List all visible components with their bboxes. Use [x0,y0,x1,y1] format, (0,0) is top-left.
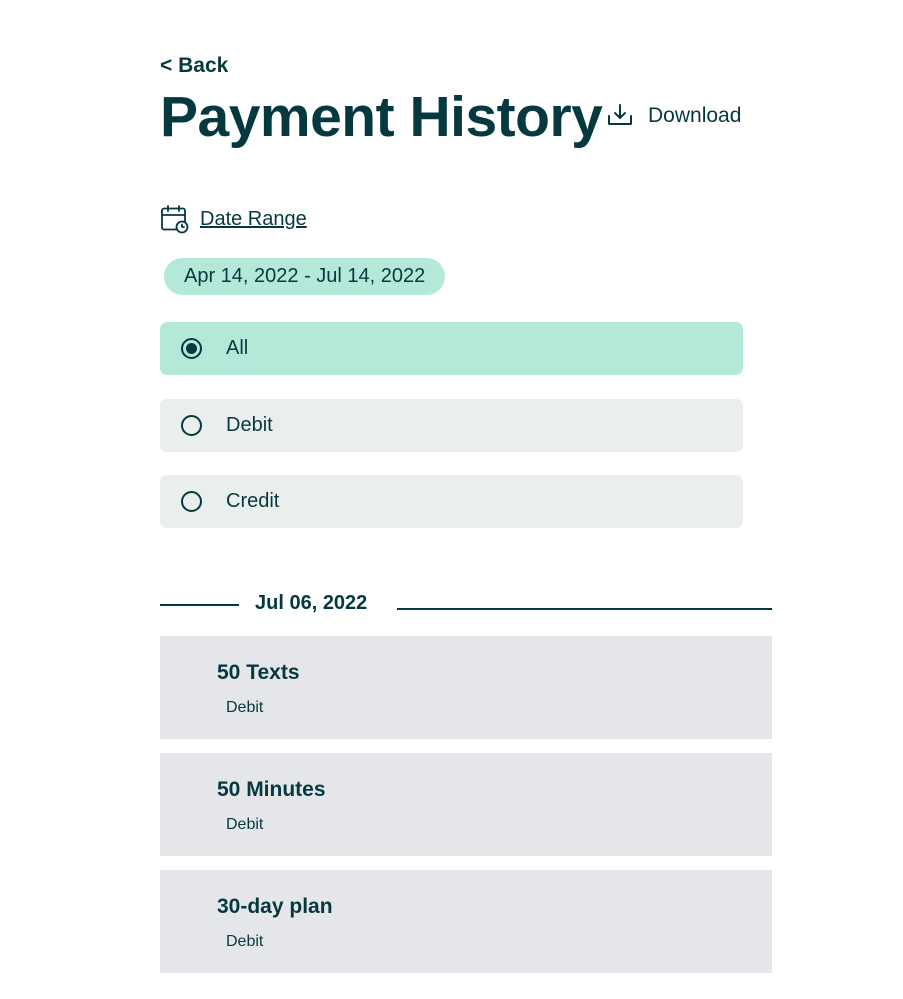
filter-option-credit[interactable]: Credit [160,475,743,528]
page-title: Payment History [160,85,603,149]
transaction-title: 30-day plan [217,895,333,918]
filter-option-debit[interactable]: Debit [160,399,743,452]
radio-unselected-icon[interactable] [181,415,202,436]
transaction-type: Debit [226,816,264,833]
divider-line [397,608,772,610]
filter-option-label: Debit [226,414,273,436]
transaction-type: Debit [226,699,264,716]
transaction-card[interactable]: 50 Texts Debit [160,636,772,739]
date-range-button[interactable]: Date Range [160,204,307,234]
download-icon [606,102,634,130]
download-label: Download [648,104,742,127]
transaction-title: 50 Texts [217,661,300,684]
transaction-type: Debit [226,933,264,950]
radio-unselected-icon[interactable] [181,491,202,512]
selected-date-range-chip[interactable]: Apr 14, 2022 - Jul 14, 2022 [164,258,446,295]
filter-option-label: All [226,337,249,359]
transaction-title: 50 Minutes [217,778,326,801]
back-link[interactable]: < Back [160,54,228,78]
filter-option-all[interactable]: All [160,322,743,375]
date-range-label: Date Range [200,207,307,230]
divider-line [160,604,239,606]
payment-history-page: < Back Payment History Download Date Ran… [0,0,903,999]
download-button[interactable]: Download [606,102,741,130]
filter-option-label: Credit [226,490,280,512]
calendar-clock-icon [160,204,190,234]
transaction-card[interactable]: 50 Minutes Debit [160,753,772,856]
transaction-card[interactable]: 30-day plan Debit [160,870,772,973]
date-group-divider: Jul 06, 2022 [160,590,772,622]
date-group-label: Jul 06, 2022 [255,592,368,614]
radio-selected-icon[interactable] [181,338,202,359]
